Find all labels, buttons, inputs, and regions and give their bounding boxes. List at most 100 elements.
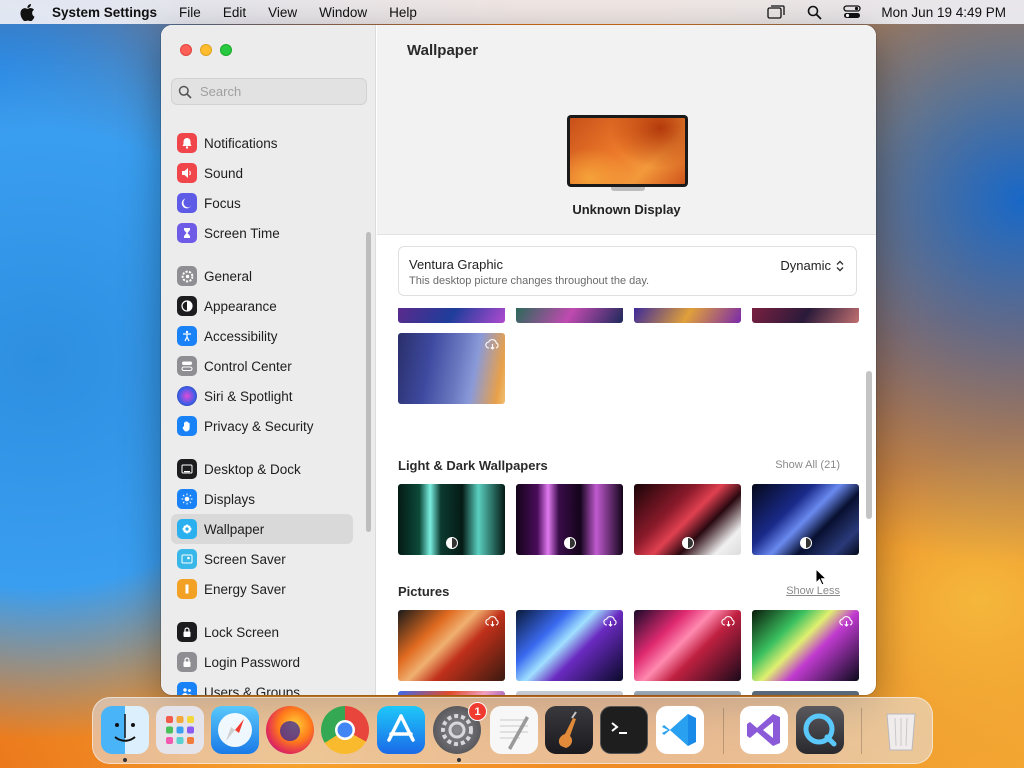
sidebar-item-accessibility[interactable]: Accessibility xyxy=(171,321,353,351)
dock-app-store-icon[interactable] xyxy=(377,706,425,754)
sidebar-item-appearance[interactable]: Appearance xyxy=(171,291,353,321)
wallpaper-thumbnail[interactable] xyxy=(398,308,505,323)
section-title: Pictures xyxy=(398,584,450,599)
chevron-updown-icon xyxy=(836,260,844,272)
sidebar-item-login-password[interactable]: Login Password xyxy=(171,647,353,677)
sidebar-item-displays[interactable]: Displays xyxy=(171,484,353,514)
dock-trash-icon[interactable] xyxy=(877,706,925,754)
menu-edit[interactable]: Edit xyxy=(223,5,246,20)
sidebar-scrollbar[interactable] xyxy=(366,232,371,532)
wallpaper-thumbnail[interactable] xyxy=(634,691,741,695)
sidebar-item-screen-saver[interactable]: Screen Saver xyxy=(171,544,353,574)
dock-separator xyxy=(723,708,724,754)
sidebar-item-privacy-security[interactable]: Privacy & Security xyxy=(171,411,353,441)
sidebar-item-general[interactable]: General xyxy=(171,261,353,291)
siri-icon xyxy=(177,386,197,406)
minimize-button[interactable] xyxy=(200,44,212,56)
apple-menu-icon[interactable] xyxy=(18,3,36,21)
dock-instruments-icon[interactable] xyxy=(545,706,593,754)
wallpaper-thumbnail[interactable] xyxy=(398,610,505,681)
wallpaper-thumbnail[interactable] xyxy=(516,484,623,555)
wallpaper-thumbnail[interactable] xyxy=(398,333,505,404)
search-input[interactable] xyxy=(200,84,360,99)
sidebar-item-users-groups[interactable]: Users & Groups xyxy=(171,677,353,695)
dock-visual-studio-icon[interactable] xyxy=(740,706,788,754)
sidebar-item-label: Energy Saver xyxy=(204,581,286,597)
sidebar-item-label: Lock Screen xyxy=(204,624,280,640)
display-preview-area: Wallpaper Unknown Display xyxy=(377,25,876,235)
dock-launchpad-icon[interactable] xyxy=(156,706,204,754)
sidebar-item-label: Control Center xyxy=(204,358,292,374)
dock-firefox-icon[interactable] xyxy=(266,706,314,754)
sidebar-item-wallpaper[interactable]: Wallpaper xyxy=(171,514,353,544)
light-dark-icon xyxy=(799,537,812,549)
wallpaper-thumbnail[interactable] xyxy=(398,484,505,555)
wallpaper-thumbnail[interactable] xyxy=(634,308,741,323)
show-less-link[interactable]: Show Less xyxy=(786,585,840,597)
wallpaper-thumbnail[interactable] xyxy=(752,610,859,681)
sidebar-item-control-center[interactable]: Control Center xyxy=(171,351,353,381)
wallpaper-thumbnail[interactable] xyxy=(516,691,623,695)
menu-window[interactable]: Window xyxy=(319,5,367,20)
wallpaper-thumbnail[interactable] xyxy=(516,308,623,323)
wallpaper-thumbnail[interactable] xyxy=(752,691,859,695)
menu-file[interactable]: File xyxy=(179,5,201,20)
users-icon xyxy=(177,682,197,695)
sidebar-item-sound[interactable]: Sound xyxy=(171,158,353,188)
sidebar-item-screen-time[interactable]: Screen Time xyxy=(171,218,353,248)
wallpaper-thumbnail[interactable] xyxy=(398,691,505,695)
sidebar-item-label: Login Password xyxy=(204,654,301,670)
sidebar-item-notifications[interactable]: Notifications xyxy=(171,128,353,158)
search-field[interactable] xyxy=(171,78,367,105)
dock-chrome-icon[interactable] xyxy=(321,706,369,754)
wallpaper-thumbnail[interactable] xyxy=(634,484,741,555)
dock: 1 xyxy=(92,697,933,764)
hand-icon xyxy=(177,416,197,436)
dock-finder-icon[interactable] xyxy=(101,706,149,754)
screen-mirroring-icon[interactable] xyxy=(767,5,786,19)
sidebar-item-label: Displays xyxy=(204,491,256,507)
dock-system-settings-icon[interactable]: 1 xyxy=(433,702,487,754)
main-scrollbar[interactable] xyxy=(866,371,872,519)
dock-vscode-icon[interactable] xyxy=(656,706,704,754)
dock-separator xyxy=(861,708,862,754)
spotlight-search-icon[interactable] xyxy=(805,5,823,20)
dock-textedit-icon[interactable] xyxy=(490,706,538,754)
sidebar-item-label: Screen Time xyxy=(204,225,280,241)
menu-bar: System Settings File Edit View Window He… xyxy=(0,0,1024,24)
sidebar-item-siri-spotlight[interactable]: Siri & Spotlight xyxy=(171,381,353,411)
wallpaper-gallery: Light & Dark Wallpapers Show All (21) Pi… xyxy=(377,308,876,695)
sidebar-item-desktop-dock[interactable]: Desktop & Dock xyxy=(171,454,353,484)
close-button[interactable] xyxy=(180,44,192,56)
notification-badge: 1 xyxy=(468,702,487,721)
wallpaper-mode-popup[interactable]: Dynamic xyxy=(780,258,844,273)
menu-clock[interactable]: Mon Jun 19 4:49 PM xyxy=(881,5,1006,20)
sidebar-item-focus[interactable]: Focus xyxy=(171,188,353,218)
wallpaper-thumbnail[interactable] xyxy=(516,610,623,681)
lock-icon xyxy=(177,622,197,642)
pictures-row-partial xyxy=(398,691,859,695)
show-all-link[interactable]: Show All (21) xyxy=(775,459,840,471)
dock-quicktime-icon[interactable] xyxy=(796,706,844,754)
page-title: Wallpaper xyxy=(407,42,479,59)
sidebar-item-energy-saver[interactable]: Energy Saver xyxy=(171,574,353,604)
control-center-icon xyxy=(177,356,197,376)
cloud-download-icon xyxy=(485,339,499,350)
dock-terminal-icon[interactable] xyxy=(600,706,648,754)
current-wallpaper-box: Ventura Graphic This desktop picture cha… xyxy=(398,246,857,296)
zoom-button[interactable] xyxy=(220,44,232,56)
cloud-download-icon xyxy=(485,616,499,627)
wallpaper-thumbnail[interactable] xyxy=(752,308,859,323)
sidebar-item-label: Siri & Spotlight xyxy=(204,388,293,404)
menu-view[interactable]: View xyxy=(268,5,297,20)
menu-help[interactable]: Help xyxy=(389,5,417,20)
control-center-icon[interactable] xyxy=(843,5,862,19)
app-menu[interactable]: System Settings xyxy=(52,5,157,20)
pictures-row xyxy=(398,610,859,681)
dock-safari-icon[interactable] xyxy=(211,706,259,754)
moon-icon xyxy=(177,193,197,213)
hourglass-icon xyxy=(177,223,197,243)
sidebar-item-lock-screen[interactable]: Lock Screen xyxy=(171,617,353,647)
wallpaper-thumbnail[interactable] xyxy=(752,484,859,555)
wallpaper-thumbnail[interactable] xyxy=(634,610,741,681)
